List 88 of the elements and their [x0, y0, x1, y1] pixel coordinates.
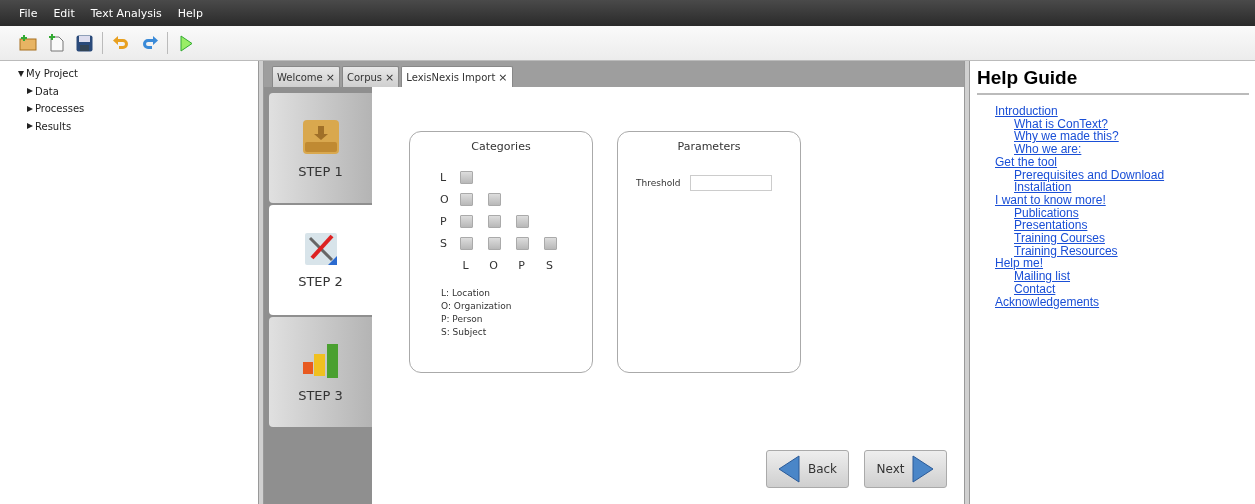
checkbox[interactable]	[544, 237, 557, 250]
help-link[interactable]: Get the tool	[995, 155, 1058, 169]
tree-label: Results	[35, 120, 72, 132]
step-label: STEP 2	[298, 273, 343, 289]
close-icon[interactable]: ×	[325, 70, 335, 84]
new-folder-icon	[19, 35, 37, 51]
play-icon	[179, 34, 193, 52]
checkbox[interactable]	[488, 193, 501, 206]
help-link[interactable]: Installation	[1014, 181, 1072, 194]
step-tab[interactable]: STEP 2	[269, 205, 372, 315]
help-link[interactable]: I want to know more!	[995, 193, 1106, 207]
right-arrow-icon	[912, 455, 935, 483]
help-link[interactable]: Training Resources	[1014, 244, 1118, 258]
new-file-icon	[48, 34, 64, 52]
tab-label: Welcome	[277, 71, 323, 83]
close-icon[interactable]: ×	[498, 70, 508, 84]
input-field[interactable]	[690, 175, 773, 191]
tree-label: Data	[35, 85, 59, 97]
checkbox[interactable]	[460, 237, 473, 250]
help-link[interactable]: Introduction	[995, 105, 1058, 118]
collapsed-icon[interactable]	[27, 88, 33, 95]
tree-item[interactable]: Data	[18, 82, 258, 100]
tab-label: LexisNexis Import	[406, 71, 496, 83]
tree-item[interactable]: Results	[18, 117, 258, 135]
help-link[interactable]: Publications	[1014, 206, 1079, 220]
step-label: STEP 3	[298, 387, 343, 403]
panel-title: Parameters	[677, 140, 741, 153]
tab[interactable]: Welcome ×	[272, 66, 340, 87]
checkbox[interactable]	[488, 215, 501, 228]
column-label: L	[461, 259, 470, 272]
redo-icon	[140, 34, 158, 52]
back-button[interactable]: Back	[766, 450, 849, 488]
step-tab[interactable]: STEP 3	[269, 317, 372, 427]
menu-item[interactable]: Edit	[50, 6, 78, 20]
undo-icon	[112, 34, 130, 52]
column-label: O	[488, 259, 499, 272]
tree-item[interactable]: Processes	[18, 100, 258, 118]
help-title: Help Guide	[977, 67, 1249, 95]
help-link[interactable]: Training Courses	[1014, 232, 1105, 245]
checkbox[interactable]	[460, 193, 473, 206]
field-label: Threshold	[636, 178, 681, 188]
checkbox[interactable]	[516, 215, 529, 228]
collapsed-icon[interactable]	[27, 105, 33, 112]
menu-item[interactable]: File	[16, 6, 41, 20]
left-arrow-icon	[777, 455, 800, 483]
next-button[interactable]: Next	[864, 450, 947, 488]
legend-text: P: Person	[441, 314, 484, 324]
checkbox[interactable]	[460, 171, 473, 184]
help-link[interactable]: Prerequisites and Download	[1014, 168, 1165, 182]
expanded-icon[interactable]	[18, 70, 24, 77]
legend-text: L: Location	[441, 288, 491, 298]
menu-item[interactable]: Help	[174, 6, 206, 20]
checkbox[interactable]	[488, 237, 501, 250]
tree-label: My Project	[26, 68, 78, 80]
column-label: P	[517, 259, 526, 272]
help-link[interactable]: Help me!	[995, 257, 1044, 271]
bar-chart-icon	[301, 341, 340, 380]
column-label: S	[545, 259, 554, 272]
row-label: O	[440, 193, 450, 206]
folder-icon	[301, 117, 340, 156]
help-link[interactable]: Contact	[1014, 282, 1056, 296]
step-tab[interactable]: STEP 1	[269, 93, 372, 203]
help-link[interactable]: Mailing list	[1014, 270, 1070, 283]
legend-text: S: Subject	[441, 327, 488, 337]
tools-icon	[303, 231, 338, 266]
checkbox[interactable]	[516, 237, 529, 250]
tab[interactable]: LexisNexis Import ×	[401, 66, 513, 87]
menu-item[interactable]: Text Analysis	[87, 6, 165, 20]
tab[interactable]: Corpus ×	[341, 66, 400, 87]
tree-label: Processes	[35, 103, 85, 115]
toolbar-button[interactable]	[74, 33, 94, 53]
save-icon	[75, 34, 93, 52]
collapsed-icon[interactable]	[27, 123, 33, 130]
row-label: L	[440, 171, 448, 184]
help-link[interactable]: Acknowledgements	[995, 295, 1100, 309]
help-link[interactable]: Who we are:	[1014, 143, 1082, 156]
help-link[interactable]: Why we made this?	[1014, 130, 1119, 144]
tab-label: Corpus	[346, 71, 383, 83]
help-link[interactable]: Presentations	[1014, 219, 1088, 233]
legend-text: O: Organization	[441, 301, 512, 311]
close-icon[interactable]: ×	[385, 70, 395, 84]
row-label: P	[440, 215, 448, 228]
step-label: STEP 1	[298, 163, 343, 179]
tree-item[interactable]: My Project	[18, 65, 258, 83]
checkbox[interactable]	[460, 215, 473, 228]
panel-title: Categories	[471, 140, 531, 153]
row-label: S	[440, 237, 448, 250]
help-link[interactable]: What is ConText?	[1014, 117, 1109, 131]
